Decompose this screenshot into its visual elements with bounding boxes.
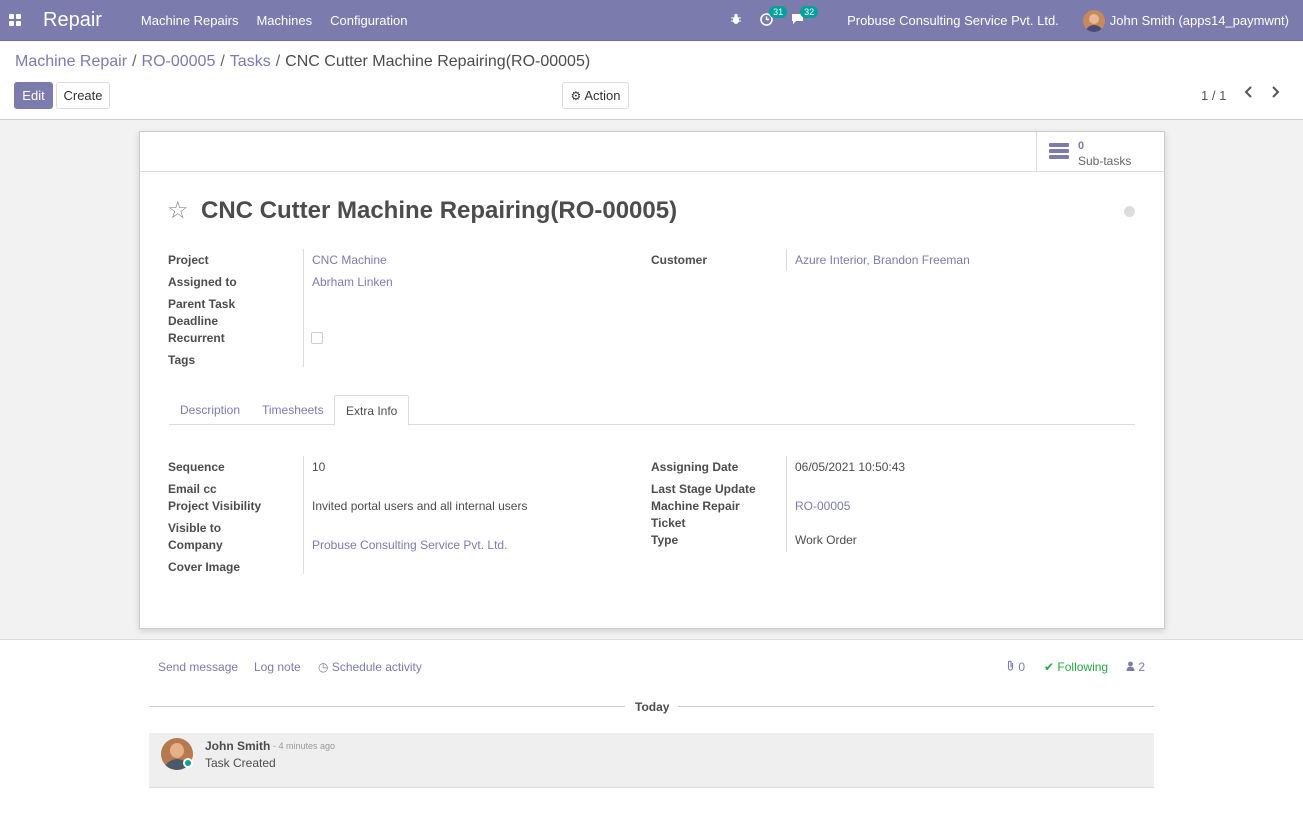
button-box: 0 Sub-tasks xyxy=(140,132,1164,172)
assigning-date-label: Assigning Date xyxy=(651,460,739,474)
tab-description[interactable]: Description xyxy=(169,395,251,425)
user-icon xyxy=(1126,660,1138,674)
attachments-count: 0 xyxy=(1018,660,1026,674)
field-divider xyxy=(786,249,787,271)
menu-configuration[interactable]: Configuration xyxy=(321,13,416,28)
company-value[interactable]: Probuse Consulting Service Pvt. Ltd. xyxy=(312,538,507,552)
user-name: John Smith (apps14_paymwnt) xyxy=(1109,13,1289,28)
machine-repair-value[interactable]: RO-00005 xyxy=(795,499,850,513)
date-separator-today: Today xyxy=(635,700,670,714)
navbar-systray: 31 32 Probuse Consulting Service Pvt. Lt… xyxy=(712,0,1289,41)
recurrent-label: Recurrent xyxy=(168,331,225,345)
machine-repair-label: Machine Repair xyxy=(651,499,740,513)
field-divider xyxy=(303,249,304,367)
subtasks-button[interactable]: 0 Sub-tasks xyxy=(1036,132,1164,171)
project-visibility-label: Project Visibility xyxy=(168,499,262,513)
gear-icon: ⚙ xyxy=(570,88,582,103)
ticket-label: Ticket xyxy=(651,516,686,530)
control-panel: Machine Repair / RO-00005/Tasks / CNC Cutter… xyxy=(0,41,1303,120)
following-button[interactable]: ✔ Following xyxy=(1044,660,1108,674)
parent-task-label: Parent Task xyxy=(168,297,236,311)
menu-machines[interactable]: Machines xyxy=(247,13,321,28)
chatter-message: John Smith - 4 minutes ago Task Created xyxy=(149,733,1154,788)
email-cc-label: Email cc xyxy=(168,482,217,496)
tasks-icon xyxy=(1049,143,1069,159)
breadcrumb-machine-repair[interactable]: Machine Repair xyxy=(15,53,127,70)
followers-count: 2 xyxy=(1138,660,1146,674)
breadcrumb: Machine Repair / RO-00005/Tasks / CNC Cutter… xyxy=(15,53,591,70)
following-label: Following xyxy=(1057,660,1109,674)
log-note-button[interactable]: Log note xyxy=(254,660,301,674)
online-status-icon xyxy=(183,758,193,768)
followers-button[interactable]: 2 xyxy=(1126,660,1145,674)
clock-icon: ◷ xyxy=(318,660,329,674)
cover-image-label: Cover Image xyxy=(168,560,241,574)
subtasks-label: Sub-tasks xyxy=(1078,154,1132,168)
breadcrumb-current: CNC Cutter Machine Repairing(RO-00005) xyxy=(285,53,591,70)
schedule-activity-label: Schedule activity xyxy=(331,660,422,674)
activity-clock-icon[interactable]: 31 xyxy=(760,5,788,29)
deadline-label: Deadline xyxy=(168,314,219,328)
message-time: - 4 minutes ago xyxy=(273,741,336,751)
top-navbar: Repair Machine Repairs Machines Configur… xyxy=(0,0,1303,41)
edit-button[interactable]: Edit xyxy=(14,82,53,109)
message-body: Task Created xyxy=(205,756,276,770)
assigning-date-value: 06/05/2021 10:50:43 xyxy=(795,460,906,474)
company-switcher[interactable]: Probuse Consulting Service Pvt. Ltd. xyxy=(847,13,1059,28)
menu-machine-repairs[interactable]: Machine Repairs xyxy=(132,13,248,28)
notebook-tabs: Description Timesheets Extra Info xyxy=(169,395,1135,426)
type-value: Work Order xyxy=(795,533,857,547)
kanban-state-dot[interactable] xyxy=(1124,206,1135,217)
breadcrumb-tasks[interactable]: Tasks xyxy=(230,53,271,70)
project-visibility-value: Invited portal users and all internal us… xyxy=(312,499,528,513)
type-label: Type xyxy=(651,533,679,547)
user-menu[interactable]: John Smith (apps14_paymwnt) xyxy=(1082,9,1289,32)
task-title: CNC Cutter Machine Repairing(RO-00005) xyxy=(201,197,678,224)
main-menu: Machine Repairs Machines Configuration xyxy=(132,13,417,28)
chevron-left-icon[interactable] xyxy=(1244,85,1254,104)
breadcrumb-ro[interactable]: RO-00005 xyxy=(142,53,216,70)
tags-label: Tags xyxy=(168,353,196,367)
tab-timesheets[interactable]: Timesheets xyxy=(251,395,335,425)
activity-badge: 31 xyxy=(769,5,788,18)
attachments-button[interactable]: 0 xyxy=(1007,660,1025,674)
project-value[interactable]: CNC Machine xyxy=(312,253,387,267)
create-button[interactable]: Create xyxy=(56,82,110,109)
send-message-button[interactable]: Send message xyxy=(158,660,238,674)
chatter-topbar: Send message Log note ◷ Schedule activit… xyxy=(0,655,1303,679)
recurrent-checkbox[interactable] xyxy=(311,332,323,344)
customer-label: Customer xyxy=(651,253,708,267)
check-icon: ✔ xyxy=(1044,660,1055,674)
field-divider xyxy=(786,456,787,552)
subtasks-count: 0 xyxy=(1078,140,1085,152)
apps-menu-icon[interactable] xyxy=(9,14,21,26)
paperclip-icon xyxy=(1007,660,1018,674)
assigned-to-label: Assigned to xyxy=(168,275,237,289)
action-button[interactable]: ⚙ Action xyxy=(562,82,629,109)
message-author[interactable]: John Smith xyxy=(205,739,270,753)
user-avatar xyxy=(1082,9,1105,32)
last-stage-update-label: Last Stage Update xyxy=(651,482,756,496)
star-icon[interactable]: ☆ xyxy=(167,196,189,225)
field-divider xyxy=(303,456,304,574)
form-sheet: 0 Sub-tasks ☆ CNC Cutter Machine Repairi… xyxy=(139,131,1165,629)
assigned-to-value[interactable]: Abrham Linken xyxy=(312,275,393,289)
visible-to-label: Visible to xyxy=(168,521,222,535)
sequence-label: Sequence xyxy=(168,460,225,474)
chevron-right-icon[interactable] xyxy=(1270,85,1280,104)
app-brand[interactable]: Repair xyxy=(43,9,102,32)
date-separator-line xyxy=(149,706,625,707)
customer-value[interactable]: Azure Interior, Brandon Freeman xyxy=(795,253,970,267)
sequence-value: 10 xyxy=(312,460,326,474)
messages-badge: 32 xyxy=(800,6,819,18)
company-label: Company xyxy=(168,538,223,552)
messages-icon[interactable]: 32 xyxy=(791,6,819,28)
schedule-activity-button[interactable]: ◷ Schedule activity xyxy=(318,660,422,674)
bug-icon[interactable] xyxy=(730,13,742,28)
tab-extra-info[interactable]: Extra Info xyxy=(334,395,410,426)
project-label: Project xyxy=(168,253,209,267)
action-label: Action xyxy=(584,88,621,103)
date-separator-line xyxy=(678,706,1154,707)
pager-value[interactable]: 1 / 1 xyxy=(1201,88,1226,103)
